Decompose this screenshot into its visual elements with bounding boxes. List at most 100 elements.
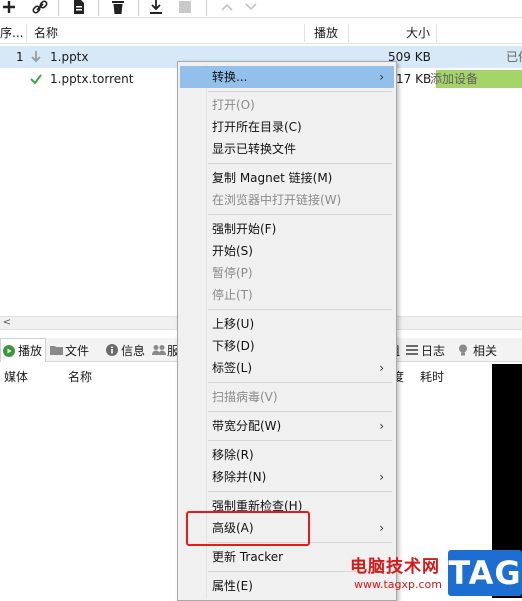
row-size: 17 KB <box>396 72 432 86</box>
download-arrow-icon <box>30 46 44 68</box>
tab-play[interactable]: 播放 <box>0 338 46 362</box>
menu-item-open-folder[interactable]: 打开所在目录(C) <box>180 116 394 138</box>
column-divider[interactable] <box>304 24 305 42</box>
menu-separator <box>208 411 392 412</box>
toolbar-divider <box>138 0 139 16</box>
menu-item-label: 在浏览器中打开链接(W) <box>212 193 342 207</box>
watermark-badge: TAG <box>448 550 522 596</box>
tab-label: 文件 <box>65 343 90 358</box>
menu-item-label: 开始(S) <box>212 244 253 258</box>
users-icon <box>152 344 166 356</box>
menu-item-label: 标签(L) <box>212 361 253 375</box>
watermark-title: 电脑技术网 <box>350 557 440 577</box>
menu-item-label: 下移(D) <box>212 339 255 353</box>
menu-item-move-up[interactable]: 上移(U) <box>180 313 394 335</box>
menu-item-label: 复制 Magnet 链接(M) <box>212 171 333 185</box>
menu-item-show-converted[interactable]: 显示已转换文件 <box>180 138 394 160</box>
info-icon <box>106 344 118 356</box>
toolbar <box>0 0 522 18</box>
column-play[interactable]: 播放 <box>314 22 344 44</box>
torrent-list-header: 序... 名称 播放 大小 <box>0 22 522 44</box>
row-name: 1.pptx.torrent <box>50 72 134 86</box>
tab-label: 日志 <box>421 343 446 358</box>
menu-item-label: 停止(T) <box>212 288 253 302</box>
menu-separator <box>208 91 392 92</box>
column-seq[interactable]: 序... <box>0 22 24 44</box>
column-size[interactable]: 大小 <box>406 22 434 44</box>
column-media[interactable]: 媒体 <box>4 366 28 388</box>
tab-log[interactable]: 日志 <box>406 338 445 362</box>
watermark: 电脑技术网 www.tagxp.com TAG <box>344 548 522 598</box>
create-torrent-icon[interactable] <box>70 0 88 15</box>
menu-item-start[interactable]: 开始(S) <box>180 240 394 262</box>
menu-item-label: 转换... <box>212 70 248 84</box>
menu-item-label: 打开(O) <box>212 98 255 112</box>
tab-info[interactable]: 信息 <box>106 338 145 362</box>
folder-icon <box>50 344 63 356</box>
menu-separator <box>208 491 392 492</box>
check-icon <box>30 68 44 90</box>
tab-label: 播放 <box>18 344 43 358</box>
menu-item-label: 属性(E) <box>212 579 253 593</box>
menu-item-label: 打开所在目录(C) <box>212 120 302 134</box>
menu-item-move-down[interactable]: 下移(D) <box>180 335 394 357</box>
menu-item-scan-virus[interactable]: 扫描病毒(V) <box>180 386 394 408</box>
menu-item-open[interactable]: 打开(O) <box>180 94 394 116</box>
menu-item-label: 更新 Tracker <box>212 550 284 564</box>
tab-label: 相关 <box>473 343 498 358</box>
tab-peers[interactable]: 服 <box>152 338 179 362</box>
column-name[interactable]: 名称 <box>34 22 234 44</box>
menu-item-label: 强制开始(F) <box>212 222 277 236</box>
menu-item-label: 移除并(N) <box>212 470 267 484</box>
move-down-icon[interactable] <box>242 0 260 15</box>
column-detail-name[interactable]: 名称 <box>68 366 92 388</box>
row-status: 已停 <box>506 50 522 64</box>
menu-separator <box>208 382 392 383</box>
bulb-icon <box>458 344 470 356</box>
menu-item-copy-magnet[interactable]: 复制 Magnet 链接(M) <box>180 167 394 189</box>
toolbar-divider <box>58 0 59 16</box>
add-torrent-icon[interactable] <box>0 0 18 15</box>
row-status: 添加设备 <box>430 72 479 86</box>
menu-separator <box>208 163 392 164</box>
row-name: 1.pptx <box>50 50 89 64</box>
menu-item-convert[interactable]: 转换... › <box>180 66 394 88</box>
menu-item-label: 暂停(P) <box>212 266 253 280</box>
menu-item-label: 带宽分配(W) <box>212 419 282 433</box>
menu-item-remove[interactable]: 移除(R) <box>180 444 394 466</box>
move-up-icon[interactable] <box>218 0 236 15</box>
menu-item-remove-and[interactable]: 移除并(N) › <box>180 466 394 488</box>
tab-files[interactable]: 文件 <box>50 338 89 362</box>
menu-item-force-start[interactable]: 强制开始(F) <box>180 218 394 240</box>
column-time[interactable]: 耗时 <box>420 366 444 388</box>
column-divider[interactable] <box>348 24 349 42</box>
column-divider[interactable] <box>26 24 27 42</box>
delete-icon[interactable] <box>108 0 128 15</box>
menu-item-open-in-browser[interactable]: 在浏览器中打开链接(W) <box>180 189 394 211</box>
stop-icon[interactable] <box>176 0 194 15</box>
scroll-left-icon[interactable]: < <box>0 317 14 329</box>
tab-label: 信息 <box>121 343 146 358</box>
chevron-right-icon: › <box>379 470 384 484</box>
log-icon <box>406 344 418 356</box>
menu-item-stop[interactable]: 停止(T) <box>180 284 394 306</box>
download-icon[interactable] <box>146 0 166 15</box>
column-divider[interactable] <box>436 24 437 42</box>
link-icon[interactable] <box>30 0 50 15</box>
play-icon <box>3 344 15 357</box>
chevron-right-icon: › <box>379 521 384 535</box>
menu-item-labels[interactable]: 标签(L) › <box>180 357 394 379</box>
menu-separator <box>208 309 392 310</box>
tab-related[interactable]: 相关 <box>458 338 497 362</box>
menu-item-pause[interactable]: 暂停(P) <box>180 262 394 284</box>
menu-item-bandwidth[interactable]: 带宽分配(W) › <box>180 415 394 437</box>
toolbar-divider <box>206 0 207 16</box>
menu-item-label: 显示已转换文件 <box>212 142 297 156</box>
highlight-annotation-box <box>186 511 310 546</box>
chevron-right-icon: › <box>379 419 384 433</box>
menu-item-label: 上移(U) <box>212 317 255 331</box>
row-seq: 1 <box>16 50 24 64</box>
chevron-right-icon: › <box>379 361 384 375</box>
menu-item-label: 移除(R) <box>212 448 254 462</box>
watermark-url: www.tagxp.com <box>354 578 442 591</box>
